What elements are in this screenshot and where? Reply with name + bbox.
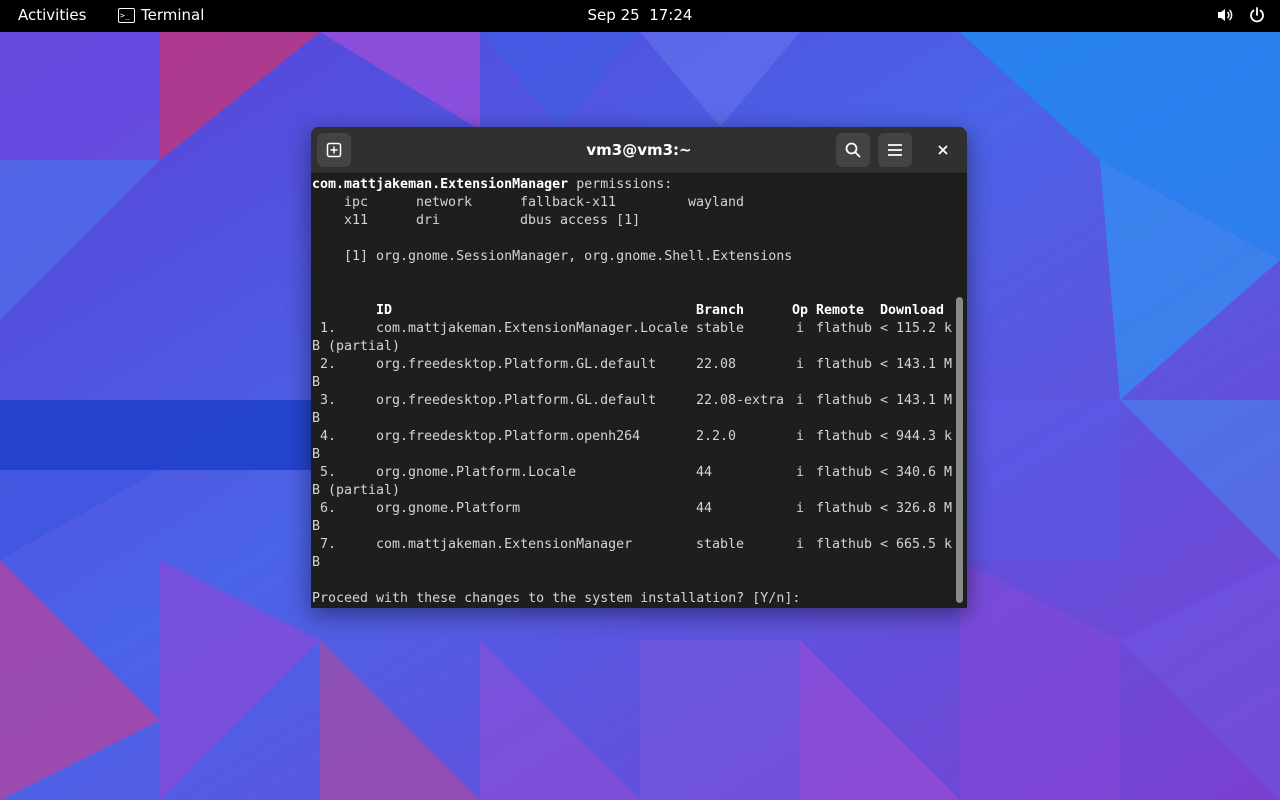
power-icon [1248,6,1266,24]
table-row: 5. org.gnome.Platform.Locale 44 i flathub < 3… [312,464,952,482]
permission-item: wayland [688,195,745,210]
app-name-label: Terminal [141,6,205,24]
confirm-prompt[interactable]: Proceed with these changes to the system… [312,590,800,608]
row-op: i [796,321,805,336]
permission-item: x11 [344,213,369,228]
row-remote: flathub [816,321,873,336]
row-branch: 44 [696,465,713,480]
row-branch: stable [696,321,745,336]
volume-icon [1216,6,1234,24]
row-download: < 326.8 M [880,501,953,516]
row-branch: 22.08 [696,357,737,372]
clock-button[interactable]: Sep 25 17:24 [588,6,693,24]
row-op: i [796,393,805,408]
row-op: i [796,357,805,372]
header-id: ID [376,303,393,318]
table-row: 6. org.gnome.Platform 44 i flathub < 326.8 M [312,500,952,518]
row-download-wrap: B [312,411,321,426]
row-id: org.freedesktop.Platform.GL.default [376,393,657,408]
row-download-wrap: B [312,519,321,534]
row-number: 7. [320,537,337,552]
table-row: 4. org.freedesktop.Platform.openh264 2.2.0… [312,428,952,446]
row-branch: 2.2.0 [696,429,737,444]
row-download: < 340.6 M [880,465,953,480]
activities-button[interactable]: Activities [18,6,86,24]
permissions-row-2: x11 dri dbus access [1] [312,212,952,230]
row-remote: flathub [816,465,873,480]
main-menu-button[interactable] [878,133,912,167]
row-remote: flathub [816,429,873,444]
row-op: i [796,465,805,480]
new-tab-icon [326,142,342,158]
row-download-wrap: B [312,555,321,570]
row-id: org.gnome.Platform.Locale [376,465,577,480]
header-op: Op [792,303,809,318]
header-download: Download [880,303,945,318]
row-id: com.mattjakeman.ExtensionManager [376,537,633,552]
permission-item: network [416,195,473,210]
title-bar[interactable]: vm3@vm3:~ [311,127,967,174]
row-branch: 22.08-extra [696,393,785,408]
table-row: 7. com.mattjakeman.ExtensionManager stable… [312,536,952,554]
date-label: Sep 25 [587,6,640,24]
app-id: com.mattjakeman.ExtensionManager [312,177,569,192]
permission-item: fallback-x11 [520,195,617,210]
header-remote: Remote [816,303,865,318]
permissions-row-1: ipc network fallback-x11 wayland [312,194,952,212]
permissions-heading: com.mattjakeman.ExtensionManager permiss… [312,176,672,194]
app-menu-button[interactable]: >_ Terminal [118,6,204,24]
row-download: < 143.1 M [880,393,953,408]
new-tab-button[interactable] [317,133,351,167]
row-remote: flathub [816,393,873,408]
row-download: < 944.3 k [880,429,953,444]
row-download: < 115.2 k [880,321,953,336]
top-bar: Activities >_ Terminal Sep 25 17:24 [0,0,1280,32]
permission-item: dbus access [1] [520,213,641,228]
terminal-icon: >_ [118,7,135,23]
row-download-wrap: B [312,447,321,462]
row-remote: flathub [816,501,873,516]
row-id: org.gnome.Platform [376,501,521,516]
permission-item: dri [416,213,441,228]
row-id: org.freedesktop.Platform.openh264 [376,429,641,444]
row-number: 6. [320,501,337,516]
permissions-footnote: [1] org.gnome.SessionManager, org.gnome.… [344,249,793,264]
system-tray[interactable] [1216,6,1266,24]
row-number: 1. [320,321,337,336]
scrollbar[interactable] [956,297,963,603]
row-id: org.freedesktop.Platform.GL.default [376,357,657,372]
row-op: i [796,429,805,444]
row-number: 2. [320,357,337,372]
row-download: < 665.5 k [880,537,953,552]
row-number: 3. [320,393,337,408]
permissions-suffix: permissions: [568,177,673,192]
search-icon [845,142,861,158]
row-op: i [796,501,805,516]
time-label: 17:24 [649,6,693,24]
row-download-wrap: B (partial) [312,483,401,498]
row-number: 4. [320,429,337,444]
row-download: < 143.1 M [880,357,953,372]
permission-item: ipc [344,195,369,210]
row-number: 5. [320,465,337,480]
search-button[interactable] [836,133,870,167]
row-op: i [796,537,805,552]
table-row: 1. com.mattjakeman.ExtensionManager.Local… [312,320,952,338]
row-branch: stable [696,537,745,552]
terminal-window[interactable]: vm3@vm3:~ com.mattjakeman.ExtensionManag… [311,127,967,608]
row-download-wrap: B (partial) [312,339,401,354]
header-branch: Branch [696,303,745,318]
table-row: 3. org.freedesktop.Platform.GL.default 22.… [312,392,952,410]
row-remote: flathub [816,357,873,372]
table-row: 2. org.freedesktop.Platform.GL.default 22.… [312,356,952,374]
row-download-wrap: B [312,375,321,390]
hamburger-menu-icon [888,144,902,156]
row-remote: flathub [816,537,873,552]
row-id: com.mattjakeman.ExtensionManager.Locale [376,321,689,336]
terminal-output[interactable]: com.mattjakeman.ExtensionManager permiss… [312,174,952,608]
table-header: ID Branch Op Remote Download [312,302,952,320]
close-icon [938,145,948,155]
close-button[interactable] [931,138,955,162]
row-branch: 44 [696,501,713,516]
